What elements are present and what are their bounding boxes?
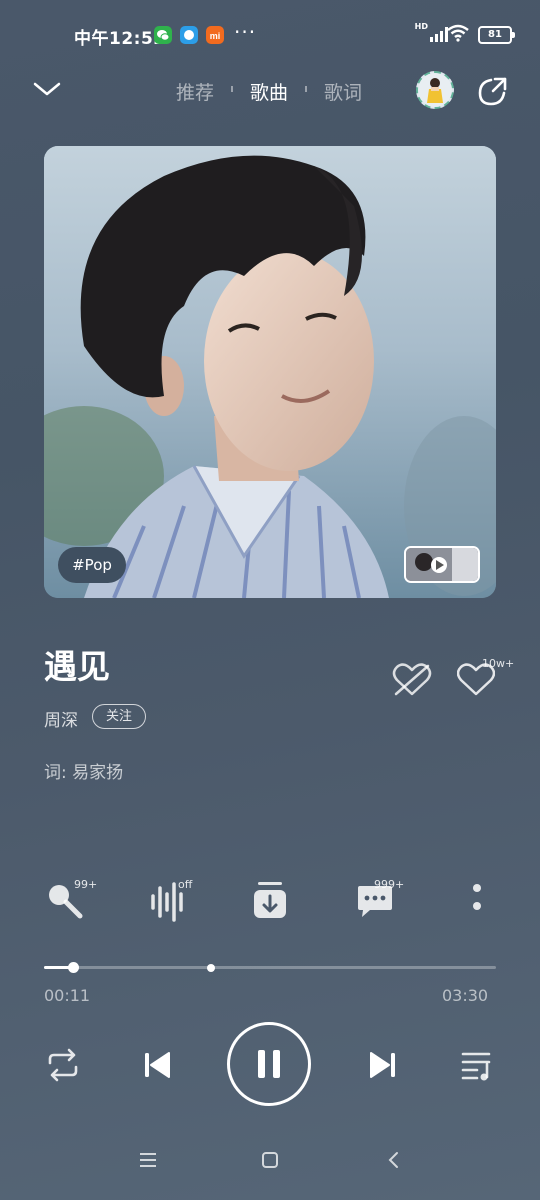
avatar[interactable] — [416, 71, 454, 109]
hd-label: HD — [414, 22, 428, 31]
highlight-marker[interactable] — [207, 964, 216, 972]
svg-text:mi: mi — [210, 31, 221, 41]
karaoke-badge: 99+ — [74, 878, 98, 891]
mini-video-button[interactable] — [404, 546, 480, 583]
chat-app-icon — [180, 26, 198, 44]
current-time: 00:11 — [44, 986, 91, 1005]
tab-divider — [231, 86, 233, 92]
album-cover[interactable] — [44, 146, 496, 598]
wifi-icon — [446, 24, 470, 46]
like-count: 10w+ — [482, 657, 515, 670]
home-icon — [262, 1152, 278, 1168]
repeat-icon — [48, 1048, 78, 1082]
tab-recommend[interactable]: 推荐 — [176, 78, 214, 105]
collapse-button[interactable] — [32, 74, 62, 108]
home-nav-button[interactable] — [260, 1150, 280, 1174]
progress-track[interactable] — [44, 966, 496, 969]
status-time: 中午12:52 — [74, 29, 166, 49]
battery-indicator: 81 — [478, 26, 515, 44]
song-title: 遇见 — [44, 647, 110, 686]
lyricist-credit: 词: 易家扬 — [44, 763, 124, 783]
playlist-icon — [461, 1052, 491, 1081]
more-notifications-icon: ··· — [234, 20, 257, 44]
progress-handle[interactable] — [68, 962, 80, 973]
tab-song[interactable]: 歌曲 — [250, 78, 288, 105]
repeat-mode-button[interactable] — [46, 1048, 80, 1086]
share-icon — [478, 77, 507, 106]
back-nav-button[interactable] — [384, 1150, 404, 1174]
wechat-icon — [154, 26, 172, 44]
skip-previous-icon — [145, 1052, 170, 1078]
more-button[interactable] — [470, 880, 484, 926]
menu-icon — [140, 1153, 156, 1167]
dislike-button[interactable] — [392, 662, 432, 702]
artist-photo — [44, 146, 496, 598]
sound-effect-badge: off — [178, 878, 193, 891]
tab-divider — [305, 86, 307, 92]
next-button[interactable] — [368, 1050, 398, 1084]
karaoke-button[interactable]: 99+ — [44, 878, 97, 926]
playlist-button[interactable] — [460, 1048, 496, 1086]
back-icon — [388, 1152, 398, 1168]
follow-button[interactable]: 关注 — [92, 704, 146, 729]
mi-store-icon: mi — [206, 26, 224, 44]
download-icon — [254, 882, 286, 918]
pause-icon — [258, 1050, 280, 1078]
more-icon — [473, 884, 481, 910]
comment-badge: 999+ — [374, 878, 405, 891]
artist-name[interactable]: 周深 — [44, 706, 78, 731]
broken-heart-icon — [392, 663, 432, 696]
total-time: 03:30 — [442, 986, 489, 1005]
play-pause-button[interactable] — [227, 1022, 311, 1106]
tab-lyrics[interactable]: 歌词 — [324, 78, 362, 105]
download-button[interactable] — [252, 880, 288, 926]
sound-effect-button[interactable]: off — [150, 878, 192, 926]
play-icon — [406, 548, 478, 581]
previous-button[interactable] — [142, 1050, 172, 1084]
status-bar: 中午12:52 mi ··· HD 81 — [0, 0, 540, 70]
chevron-down-icon — [33, 82, 61, 96]
menu-nav-button[interactable] — [138, 1150, 158, 1174]
share-button[interactable] — [476, 74, 510, 112]
comment-button[interactable]: 999+ — [356, 878, 404, 926]
genre-tag[interactable]: #Pop — [58, 547, 126, 583]
skip-next-icon — [370, 1052, 395, 1078]
